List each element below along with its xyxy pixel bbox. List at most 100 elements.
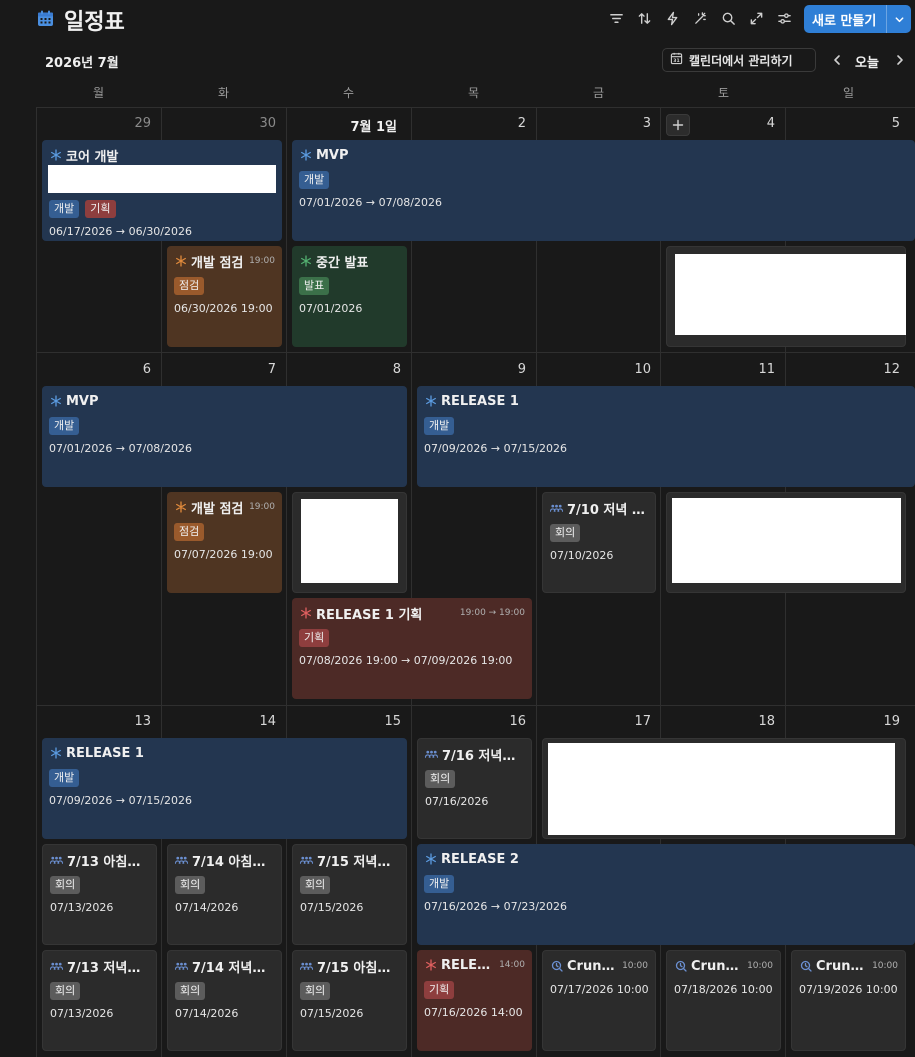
- day-number: 14: [259, 714, 276, 729]
- event-card[interactable]: 7/14 저녁회의 회의 07/14/2026: [167, 950, 282, 1051]
- event-title: 7/14 저녁회의: [192, 960, 274, 976]
- event-card[interactable]: 7/16 저녁회의 회의 07/16/2026: [417, 738, 532, 839]
- event-card[interactable]: RELEASE 1 개발 07/09/2026 → 07/15/2026: [42, 738, 407, 839]
- day-number: 4: [766, 116, 775, 131]
- sparkle-icon[interactable]: [692, 10, 708, 26]
- redacted-region: [672, 498, 901, 583]
- tag: 발표: [299, 277, 330, 295]
- new-button-label: 새로 만들기: [812, 13, 877, 29]
- event-card[interactable]: 7/15 저녁회... 회의 07/15/2026: [292, 844, 407, 945]
- tag: 개발: [49, 200, 80, 218]
- event-card[interactable]: RELEASE 1 개발 07/09/2026 → 07/15/2026: [417, 386, 915, 487]
- event-date: 07/15/2026: [300, 901, 364, 914]
- calendar-icon: [37, 10, 54, 27]
- tag: 기획: [299, 629, 330, 647]
- event-card[interactable]: 개발 점검 19:00 점검 06/30/2026 19:00: [167, 246, 282, 347]
- event-time: 10:00: [622, 961, 648, 971]
- weekday-header: 금: [592, 86, 605, 100]
- search-icon[interactable]: [720, 10, 736, 26]
- day-number: 16: [509, 714, 526, 729]
- asterisk-icon: [174, 501, 187, 514]
- event-title: 7/10 저녁 회...: [567, 502, 648, 518]
- event-card[interactable]: MVP 개발 07/01/2026 → 07/08/2026: [42, 386, 407, 487]
- event-card[interactable]: 7/15 아침회... 회의 07/15/2026: [292, 950, 407, 1051]
- asterisk-icon: [424, 853, 437, 866]
- tag: 회의: [175, 876, 206, 894]
- asterisk-icon: [174, 255, 187, 268]
- add-event-button[interactable]: [666, 114, 690, 136]
- event-date: 07/01/2026 → 07/08/2026: [299, 196, 443, 209]
- day-number: 19: [883, 714, 900, 729]
- event-card[interactable]: RELEA... 14:00 기획 07/16/2026 14:00 →: [417, 950, 532, 1051]
- weekday-header: 월: [92, 86, 105, 100]
- event-date: 06/17/2026 → 06/30/2026: [49, 225, 193, 238]
- asterisk-icon: [424, 959, 437, 972]
- event-date: 07/01/2026: [299, 302, 363, 315]
- calendar-app-icon: 31: [670, 52, 683, 68]
- weekday-header: 화: [217, 86, 230, 100]
- clock-search-icon: [674, 960, 687, 973]
- tag: 회의: [300, 876, 331, 894]
- event-date: 07/14/2026: [175, 1007, 239, 1020]
- day-number: 18: [758, 714, 775, 729]
- day-number: 11: [758, 362, 775, 377]
- day-number: 17: [634, 714, 651, 729]
- event-date: 07/17/2026 10:00 →: [550, 983, 648, 996]
- event-card[interactable]: 7/14 아침회의 회의 07/14/2026: [167, 844, 282, 945]
- event-date: 07/16/2026 → 07/23/2026: [424, 900, 568, 913]
- event-card[interactable]: RELEASE 1 기획 19:00 → 19:00 기획 07/08/2026 …: [292, 598, 532, 699]
- chevron-down-icon[interactable]: [887, 14, 911, 25]
- event-date: 07/01/2026 → 07/08/2026: [49, 442, 193, 455]
- asterisk-icon: [299, 255, 312, 268]
- settings-sliders-icon[interactable]: [776, 10, 792, 26]
- event-date: 06/30/2026 19:00: [174, 302, 273, 315]
- day-number: 13: [134, 714, 151, 729]
- event-card[interactable]: 7/13 저녁회의 회의 07/13/2026: [42, 950, 157, 1051]
- event-title: RELEASE 1: [66, 745, 144, 761]
- event-card[interactable]: MVP 개발 07/01/2026 → 07/08/2026: [292, 140, 915, 241]
- expand-icon[interactable]: [748, 10, 764, 26]
- event-card[interactable]: 7/13 아침회의 회의 07/13/2026: [42, 844, 157, 945]
- event-card[interactable]: Crunc...10:00 07/18/2026 10:00 →: [666, 950, 781, 1051]
- day-number: 10: [634, 362, 651, 377]
- day-number: 8: [392, 362, 401, 377]
- event-time: 14:00: [499, 960, 525, 970]
- event-date: 07/14/2026: [175, 901, 239, 914]
- weekday-header: 목: [467, 86, 480, 100]
- day-number: 7: [267, 362, 276, 377]
- page-title: 일정표: [64, 10, 125, 35]
- people-icon: [550, 502, 563, 515]
- people-icon: [175, 854, 188, 867]
- asterisk-icon: [424, 395, 437, 408]
- redacted-region: [675, 254, 906, 335]
- tag: 기획: [85, 200, 116, 218]
- sort-icon[interactable]: [636, 10, 652, 26]
- event-title: Crunc...: [567, 958, 618, 974]
- people-icon: [300, 960, 313, 973]
- event-title: 중간 발표: [316, 255, 369, 271]
- plus-icon: [672, 119, 684, 131]
- event-title: 코어 개발: [66, 149, 119, 165]
- tag: 점검: [174, 523, 205, 541]
- event-card[interactable]: 중간 발표 발표 07/01/2026: [292, 246, 407, 347]
- new-button[interactable]: 새로 만들기: [804, 5, 911, 33]
- event-date: 07/13/2026: [50, 1007, 114, 1020]
- filter-icon[interactable]: [608, 10, 624, 26]
- event-card[interactable]: 개발 점검 19:00 점검 07/07/2026 19:00: [167, 492, 282, 593]
- event-card[interactable]: 7/10 저녁 회... 회의 07/10/2026: [542, 492, 656, 593]
- event-title: 7/15 아침회...: [317, 960, 399, 976]
- chevron-left-icon[interactable]: [830, 52, 844, 68]
- event-title: 개발 점검: [191, 255, 244, 271]
- day-number: 5: [891, 116, 900, 131]
- tag: 개발: [299, 171, 330, 189]
- event-card[interactable]: Crunc...10:00 07/19/2026 10:00 →: [791, 950, 906, 1051]
- event-card[interactable]: Crunc... 10:00 07/17/2026 10:00 →: [542, 950, 656, 1051]
- event-card[interactable]: RELEASE 2 개발 07/16/2026 → 07/23/2026: [417, 844, 915, 945]
- event-date: 07/09/2026 → 07/15/2026: [49, 794, 193, 807]
- asterisk-icon: [49, 395, 62, 408]
- manage-in-calendar-button[interactable]: 31 캘린더에서 관리하기: [662, 48, 816, 72]
- today-button[interactable]: 오늘: [855, 52, 879, 71]
- lightning-icon[interactable]: [664, 10, 680, 26]
- tag: 회의: [300, 982, 331, 1000]
- chevron-right-icon[interactable]: [893, 52, 907, 68]
